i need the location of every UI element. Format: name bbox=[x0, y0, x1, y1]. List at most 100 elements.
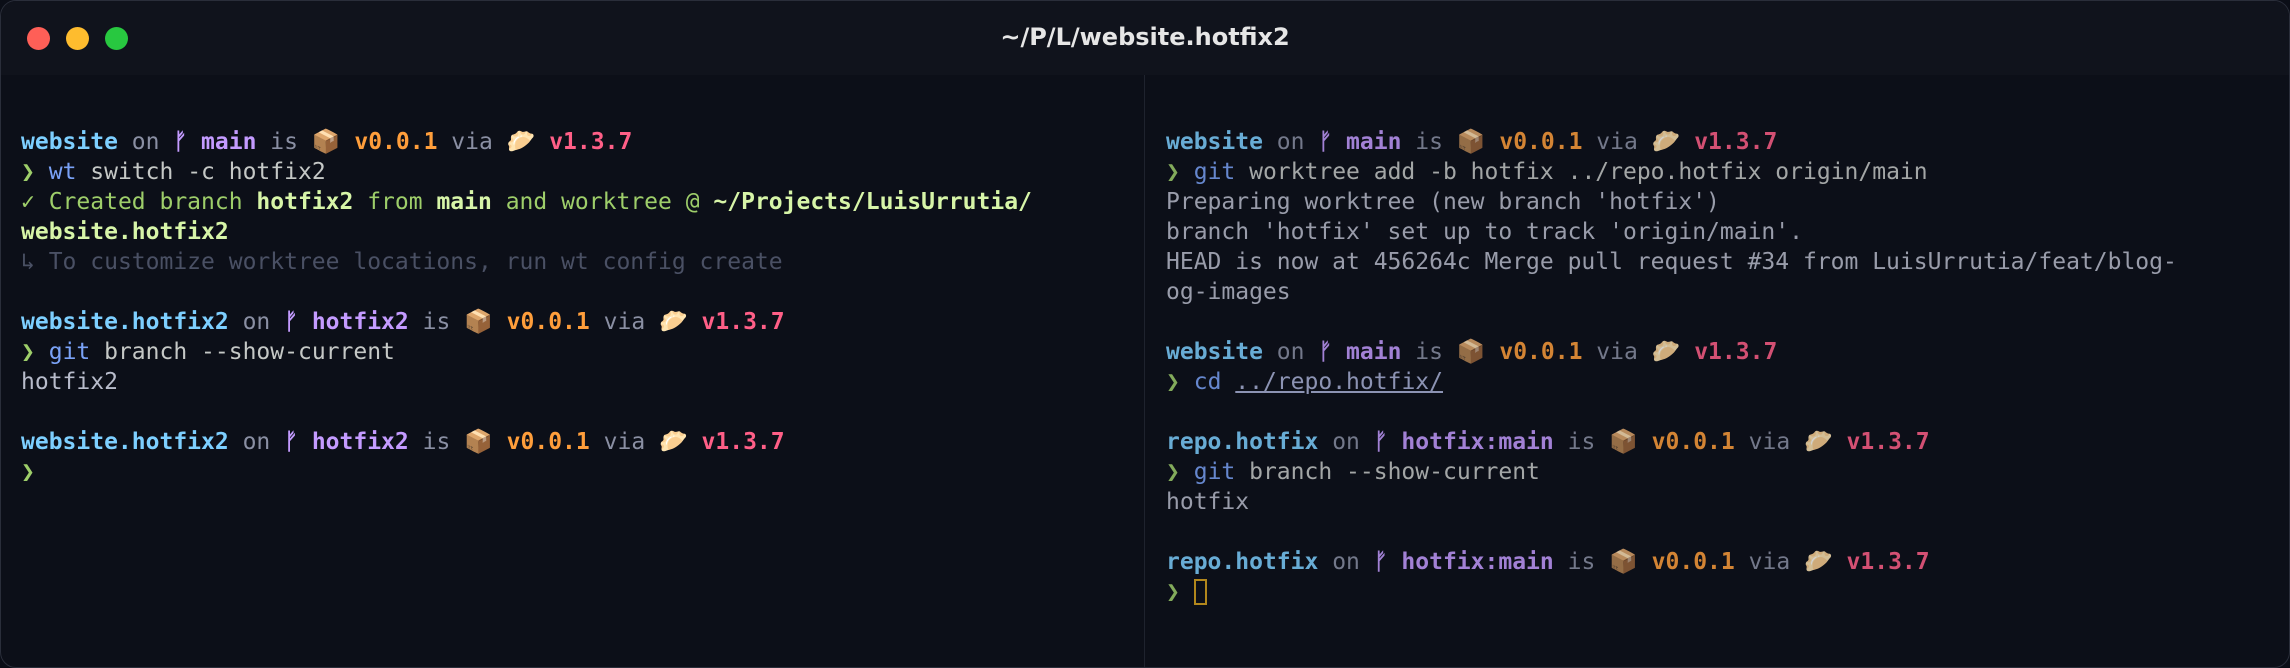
worktree-path: ~/Projects/LuisUrrutia/ bbox=[713, 189, 1032, 215]
package-version: v0.0.1 bbox=[1499, 129, 1583, 155]
hint-line: ↳ To customize worktree locations, run w… bbox=[21, 247, 1032, 277]
package-icon: 📦 bbox=[1456, 129, 1486, 155]
bun-icon: 🥟 bbox=[1804, 549, 1833, 575]
branch-name: hotfix:main bbox=[1401, 429, 1554, 455]
word-via: via bbox=[451, 129, 493, 155]
word-is: is bbox=[1567, 549, 1596, 575]
bun-icon: 🥟 bbox=[1651, 339, 1681, 365]
prompt-symbol: ❯ bbox=[21, 339, 35, 365]
prompt-symbol: ❯ bbox=[1166, 369, 1180, 395]
terminal-output: website on ᚠ main is 📦 v0.0.1 via 🥟 v1.3… bbox=[21, 127, 1032, 487]
branch-name: main bbox=[201, 129, 257, 155]
bun-icon: 🥟 bbox=[659, 429, 688, 455]
command-args: branch --show-current bbox=[1235, 459, 1540, 485]
command-name: git bbox=[1193, 459, 1236, 485]
command-line: ❯ wt switch -c hotfix2 bbox=[21, 157, 1032, 187]
word-is: is bbox=[1415, 129, 1443, 155]
word-on: on bbox=[1332, 549, 1360, 575]
command-line[interactable]: ❯ bbox=[21, 457, 1032, 487]
directory-name: repo.hotfix bbox=[1166, 549, 1319, 575]
created-text: and worktree @ bbox=[491, 189, 714, 215]
output-line: Preparing worktree (new branch 'hotfix') bbox=[1166, 189, 1720, 215]
git-branch-icon: ᚠ bbox=[284, 309, 298, 335]
git-branch-icon: ᚠ bbox=[1373, 429, 1388, 455]
package-icon: 📦 bbox=[464, 429, 493, 455]
prompt-symbol: ❯ bbox=[21, 159, 35, 185]
word-via: via bbox=[1748, 429, 1791, 455]
output-line: branch 'hotfix' set up to track 'origin/… bbox=[1166, 219, 1803, 245]
package-version: v0.0.1 bbox=[506, 309, 590, 335]
output-line: hotfix bbox=[1166, 489, 1250, 515]
text-cursor bbox=[1193, 579, 1207, 605]
word-via: via bbox=[603, 309, 646, 335]
package-version: v0.0.1 bbox=[354, 129, 438, 155]
package-version: v0.0.1 bbox=[1651, 549, 1735, 575]
git-branch-icon: ᚠ bbox=[1318, 339, 1333, 365]
terminal-pane-left[interactable]: website on ᚠ main is 📦 v0.0.1 via 🥟 v1.3… bbox=[1, 75, 1144, 667]
word-via: via bbox=[1596, 129, 1638, 155]
directory-name: website bbox=[21, 129, 118, 155]
created-text: Created branch bbox=[34, 189, 257, 215]
git-branch-icon: ᚠ bbox=[1373, 549, 1388, 575]
prompt-line: website on ᚠ main is 📦 v0.0.1 via 🥟 v1.3… bbox=[1166, 127, 2177, 157]
command-name: wt bbox=[48, 159, 77, 185]
created-text: from bbox=[353, 189, 437, 215]
word-on: on bbox=[1276, 129, 1305, 155]
word-on: on bbox=[242, 429, 271, 455]
command-line: ❯ git branch --show-current bbox=[21, 337, 1032, 367]
git-branch-icon: ᚠ bbox=[1318, 129, 1333, 155]
directory-name: repo.hotfix bbox=[1166, 429, 1319, 455]
prompt-line: website.hotfix2 on ᚠ hotfix2 is 📦 v0.0.1… bbox=[21, 307, 1032, 337]
prompt-symbol: ❯ bbox=[1166, 159, 1180, 185]
arrow-icon: ↳ bbox=[21, 249, 35, 275]
prompt-symbol: ❯ bbox=[21, 459, 35, 485]
word-on: on bbox=[242, 309, 271, 335]
directory-name: website.hotfix2 bbox=[21, 309, 229, 335]
terminal-pane-right[interactable]: website on ᚠ main is 📦 v0.0.1 via 🥟 v1.3… bbox=[1146, 75, 2289, 667]
prompt-line: repo.hotfix on ᚠ hotfix:main is 📦 v0.0.1… bbox=[1166, 547, 2177, 577]
prompt-line: website on ᚠ main is 📦 v0.0.1 via 🥟 v1.3… bbox=[1166, 337, 2177, 367]
runtime-version: v1.3.7 bbox=[1846, 549, 1930, 575]
bun-icon: 🥟 bbox=[1651, 129, 1681, 155]
command-name: cd bbox=[1193, 369, 1222, 395]
word-via: via bbox=[1748, 549, 1791, 575]
branch-name: hotfix2 bbox=[311, 309, 409, 335]
output-line: og-images bbox=[1166, 279, 1291, 305]
runtime-version: v1.3.7 bbox=[549, 129, 633, 155]
word-via: via bbox=[1596, 339, 1638, 365]
command-line[interactable]: ❯ bbox=[1166, 577, 2177, 607]
bun-icon: 🥟 bbox=[1804, 429, 1833, 455]
package-icon: 📦 bbox=[1609, 549, 1638, 575]
word-via: via bbox=[603, 429, 646, 455]
hint-text: To customize worktree locations, run wt … bbox=[34, 249, 783, 275]
package-version: v0.0.1 bbox=[1651, 429, 1735, 455]
terminal-output: website on ᚠ main is 📦 v0.0.1 via 🥟 v1.3… bbox=[1166, 127, 2177, 607]
command-name: git bbox=[1193, 159, 1236, 185]
runtime-version: v1.3.7 bbox=[701, 429, 785, 455]
package-icon: 📦 bbox=[1456, 339, 1486, 365]
command-path-arg: ../repo.hotfix/ bbox=[1235, 369, 1443, 395]
package-version: v0.0.1 bbox=[1499, 339, 1583, 365]
branch-name: hotfix:main bbox=[1401, 549, 1554, 575]
prompt-line: website on ᚠ main is 📦 v0.0.1 via 🥟 v1.3… bbox=[21, 127, 1032, 157]
command-line: ❯ git worktree add -b hotfix ../repo.hot… bbox=[1166, 157, 2177, 187]
branch-name: main bbox=[1346, 339, 1402, 365]
prompt-line: repo.hotfix on ᚠ hotfix:main is 📦 v0.0.1… bbox=[1166, 427, 2177, 457]
prompt-symbol: ❯ bbox=[1166, 579, 1180, 605]
package-icon: 📦 bbox=[311, 129, 341, 155]
pane-divider[interactable] bbox=[1144, 75, 1145, 667]
command-args: branch --show-current bbox=[90, 339, 395, 365]
word-is: is bbox=[1567, 429, 1596, 455]
directory-name: website bbox=[1166, 129, 1263, 155]
branch-name: hotfix2 bbox=[311, 429, 409, 455]
command-args: switch -c hotfix2 bbox=[76, 159, 326, 185]
runtime-version: v1.3.7 bbox=[1694, 339, 1778, 365]
command-line: ❯ cd ../repo.hotfix/ bbox=[1166, 367, 2177, 397]
output-line: hotfix2 bbox=[21, 369, 118, 395]
git-branch-icon: ᚠ bbox=[284, 429, 298, 455]
check-icon: ✓ bbox=[21, 189, 35, 215]
branch-name: main bbox=[1346, 129, 1402, 155]
output-line: ✓ Created branch hotfix2 from main and w… bbox=[21, 187, 1032, 217]
command-args: worktree add -b hotfix ../repo.hotfix or… bbox=[1235, 159, 1928, 185]
bun-icon: 🥟 bbox=[659, 309, 688, 335]
